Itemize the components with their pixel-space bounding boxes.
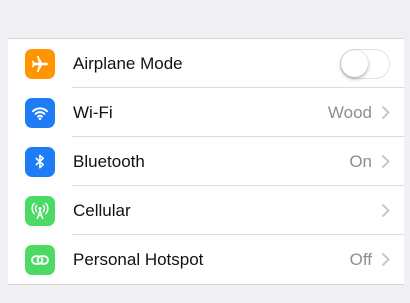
personal-hotspot-label: Personal Hotspot	[73, 249, 204, 269]
chevron-right-icon	[380, 252, 390, 268]
wifi-network-value: Wood	[327, 102, 372, 122]
setting-row-airplane-mode[interactable]: Airplane Mode	[8, 39, 404, 88]
toggle-knob	[341, 49, 368, 77]
setting-row-bluetooth[interactable]: Bluetooth On	[8, 137, 404, 186]
top-spacer	[0, 0, 410, 38]
bluetooth-label: Bluetooth	[73, 151, 145, 171]
setting-row-cellular[interactable]: Cellular	[8, 186, 404, 235]
settings-group: Airplane Mode Wi-Fi Wood Bluetooth On Ce…	[8, 38, 404, 285]
chevron-right-icon	[380, 154, 390, 170]
setting-row-wifi[interactable]: Wi-Fi Wood	[8, 88, 404, 137]
personal-hotspot-status-value: Off	[349, 249, 372, 269]
bluetooth-status-value: On	[349, 151, 372, 171]
hotspot-icon	[25, 244, 55, 275]
wifi-label: Wi-Fi	[73, 102, 113, 122]
wifi-icon	[25, 97, 55, 128]
cellular-icon	[25, 195, 55, 226]
chevron-right-icon	[380, 105, 390, 121]
cellular-label: Cellular	[73, 200, 131, 220]
airplane-icon	[25, 48, 55, 79]
airplane-mode-label: Airplane Mode	[73, 53, 183, 73]
setting-row-personal-hotspot[interactable]: Personal Hotspot Off	[8, 235, 404, 284]
bluetooth-icon	[25, 146, 55, 177]
airplane-mode-toggle[interactable]	[340, 48, 390, 79]
chevron-right-icon	[380, 203, 390, 219]
bottom-spacer	[0, 287, 410, 303]
